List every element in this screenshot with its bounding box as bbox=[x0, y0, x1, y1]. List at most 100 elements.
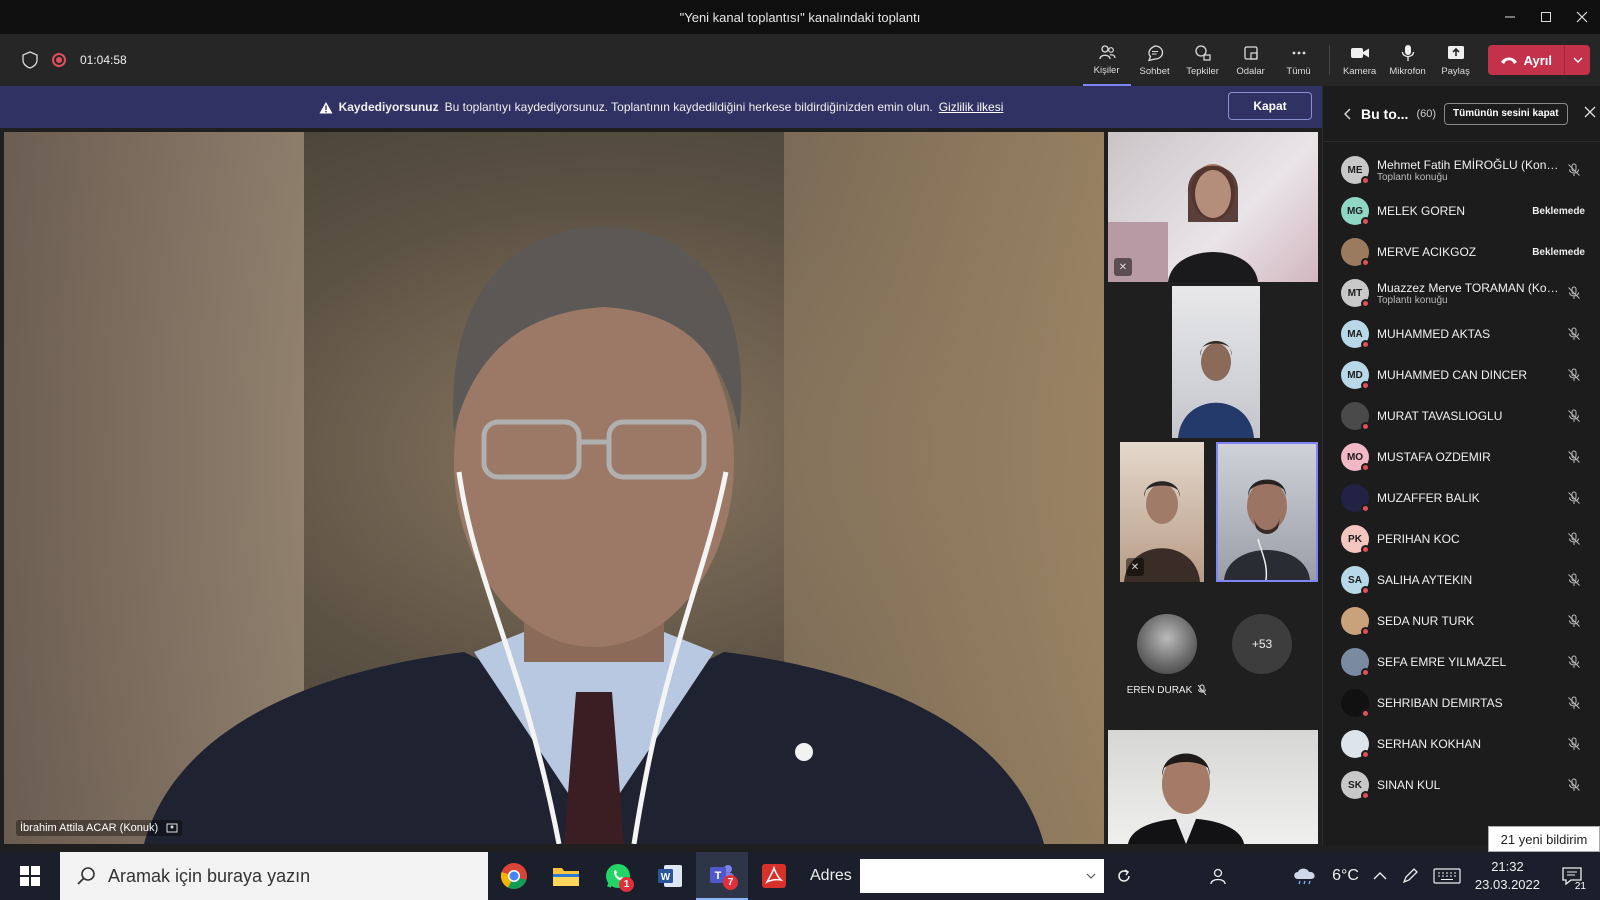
reactions-icon bbox=[1194, 44, 1211, 61]
privacy-policy-link[interactable]: Gizlilik ilkesi bbox=[939, 100, 1004, 114]
participant-row[interactable]: SEHRIBAN DEMIRTAS bbox=[1323, 683, 1600, 723]
participant-video-image bbox=[1224, 479, 1310, 580]
participant-video-tile[interactable]: ✕ bbox=[1120, 442, 1204, 582]
participant-row[interactable]: MERVE ACIKGOZ Beklemede bbox=[1323, 232, 1600, 272]
participant-row[interactable]: SEDA NUR TURK bbox=[1323, 601, 1600, 641]
presence-status-icon bbox=[1361, 750, 1370, 759]
participant-row[interactable]: MG MELEK GOREN Beklemede bbox=[1323, 191, 1600, 231]
participant-video-tile-active-speaker[interactable] bbox=[1216, 442, 1318, 582]
title-bar: "Yeni kanal toplantısı" kanalındaki topl… bbox=[0, 0, 1600, 34]
acrobat-app[interactable] bbox=[748, 852, 800, 900]
clock-date: 23.03.2022 bbox=[1474, 877, 1540, 892]
panel-header: Bu to... (60) Tümünün sesini kapat bbox=[1323, 86, 1600, 142]
participant-row[interactable]: SA SALIHA AYTEKIN bbox=[1323, 560, 1600, 600]
presence-status-icon bbox=[1361, 668, 1370, 677]
chevron-left-icon[interactable] bbox=[1343, 108, 1353, 120]
chrome-app[interactable] bbox=[488, 852, 540, 900]
hang-up-icon bbox=[1500, 57, 1517, 64]
start-button[interactable] bbox=[0, 852, 60, 900]
presence-status-icon bbox=[1361, 422, 1370, 431]
pen-icon[interactable] bbox=[1401, 867, 1419, 885]
share-label: Paylaş bbox=[1441, 65, 1470, 77]
rooms-button[interactable]: Odalar bbox=[1227, 34, 1275, 86]
meeting-timer: 01:04:58 bbox=[80, 53, 127, 67]
cloud-rain-icon bbox=[1294, 868, 1315, 885]
participant-video-tile[interactable] bbox=[1108, 730, 1318, 844]
chat-icon bbox=[1147, 44, 1163, 61]
avatar bbox=[1341, 402, 1370, 431]
participant-row[interactable]: SEFA EMRE YILMAZEL bbox=[1323, 642, 1600, 682]
rooms-label: Odalar bbox=[1236, 65, 1265, 77]
participant-row[interactable]: PK PERIHAN KOC bbox=[1323, 519, 1600, 559]
taskbar-clock[interactable]: 21:32 23.03.2022 bbox=[1475, 858, 1540, 894]
participant-eren-durak[interactable]: EREN DURAK bbox=[1124, 614, 1210, 696]
maximize-button[interactable] bbox=[1528, 0, 1564, 34]
main-speaker-name-tag: İbrahim Attila ACAR (Konuk) bbox=[16, 820, 183, 836]
participant-name: MUSTAFA OZDEMIR bbox=[1377, 450, 1491, 464]
minimize-button[interactable] bbox=[1492, 0, 1528, 34]
muted-mic-icon bbox=[1568, 737, 1580, 750]
close-panel-button[interactable] bbox=[1584, 105, 1596, 122]
whatsapp-app[interactable]: 1 bbox=[592, 852, 644, 900]
participant-list: ME Mehmet Fatih EMİROĞLU (Konuk) Toplantı … bbox=[1323, 142, 1600, 846]
mute-all-button[interactable]: Tümünün sesini kapat bbox=[1444, 102, 1568, 125]
people-button[interactable]: Kişiler bbox=[1082, 34, 1131, 86]
warning-icon bbox=[319, 101, 333, 113]
avatar: MO bbox=[1341, 443, 1370, 472]
folder-icon bbox=[553, 868, 579, 886]
muted-mic-icon bbox=[1568, 327, 1580, 340]
shield-icon[interactable] bbox=[22, 51, 38, 69]
teams-app[interactable]: T 7 bbox=[696, 852, 748, 900]
close-window-button[interactable] bbox=[1564, 0, 1600, 34]
avatar-initials: PK bbox=[1348, 533, 1362, 545]
participant-row[interactable]: MURAT TAVASLIOGLU bbox=[1323, 396, 1600, 436]
participant-row[interactable]: MD MUHAMMED CAN DINCER bbox=[1323, 355, 1600, 395]
participant-role: Toplantı konuğu bbox=[1377, 171, 1448, 183]
participant-name: MUHAMMED AKTAS bbox=[1377, 327, 1491, 341]
participant-name: PERIHAN KOC bbox=[1377, 532, 1460, 546]
share-button[interactable]: Paylaş bbox=[1432, 34, 1480, 86]
participant-video-tile[interactable]: ✕ bbox=[1108, 132, 1318, 282]
participant-video-image bbox=[1108, 164, 1258, 282]
participant-row[interactable]: MUZAFFER BALIK bbox=[1323, 478, 1600, 518]
chevron-down-icon bbox=[1086, 873, 1096, 879]
participant-name: MURAT TAVASLIOGLU bbox=[1377, 409, 1503, 423]
keyboard-icon[interactable] bbox=[1433, 868, 1461, 884]
participant-row[interactable]: MO MUSTAFA OZDEMIR bbox=[1323, 437, 1600, 477]
more-participants-button[interactable]: +53 bbox=[1232, 614, 1292, 674]
avatar: MD bbox=[1341, 361, 1370, 390]
address-input[interactable] bbox=[859, 859, 1104, 893]
microphone-button[interactable]: Mikrofon bbox=[1384, 34, 1432, 86]
people-icon[interactable] bbox=[1208, 866, 1228, 886]
teams-badge: 7 bbox=[723, 875, 738, 890]
weather-temperature[interactable]: 6°C bbox=[1332, 867, 1359, 885]
refresh-button[interactable] bbox=[1104, 852, 1144, 900]
taskbar-search-box[interactable]: Aramak için buraya yazın bbox=[60, 852, 488, 900]
action-center-button[interactable]: 21 bbox=[1554, 852, 1590, 900]
avatar: MG bbox=[1341, 197, 1370, 226]
leave-button[interactable]: Ayrıl bbox=[1487, 45, 1590, 75]
word-app[interactable]: W bbox=[644, 852, 696, 900]
camera-button[interactable]: Kamera bbox=[1336, 34, 1384, 86]
avatar bbox=[1341, 238, 1370, 267]
leave-options-button[interactable] bbox=[1564, 45, 1590, 75]
avatar bbox=[1341, 730, 1370, 759]
chevron-up-icon[interactable] bbox=[1373, 871, 1387, 881]
participant-video-tile[interactable] bbox=[1172, 286, 1260, 438]
file-explorer-app[interactable] bbox=[540, 852, 592, 900]
notification-toast[interactable]: 21 yeni bildirim bbox=[1488, 826, 1600, 852]
leave-main-button[interactable]: Ayrıl bbox=[1488, 53, 1564, 68]
participant-row[interactable]: ME Mehmet Fatih EMİROĞLU (Konuk) Toplantı … bbox=[1323, 150, 1600, 190]
muted-mic-icon bbox=[1568, 614, 1580, 627]
participant-row[interactable]: MA MUHAMMED AKTAS bbox=[1323, 314, 1600, 354]
reactions-button[interactable]: Tepkiler bbox=[1179, 34, 1227, 86]
more-button[interactable]: Tümü bbox=[1275, 34, 1323, 86]
participant-row[interactable]: SERHAN KOKHAN bbox=[1323, 724, 1600, 764]
presence-status-icon bbox=[1361, 340, 1370, 349]
participant-row[interactable]: MT Muazzez Merve TORAMAN (Kon... Toplantı … bbox=[1323, 273, 1600, 313]
chat-button[interactable]: Sohbet bbox=[1131, 34, 1179, 86]
participant-row[interactable]: SK SINAN KUL bbox=[1323, 765, 1600, 805]
svg-text:W: W bbox=[661, 872, 671, 883]
banner-close-button[interactable]: Kapat bbox=[1228, 92, 1312, 120]
main-video-feed[interactable]: İbrahim Attila ACAR (Konuk) bbox=[4, 132, 1104, 844]
